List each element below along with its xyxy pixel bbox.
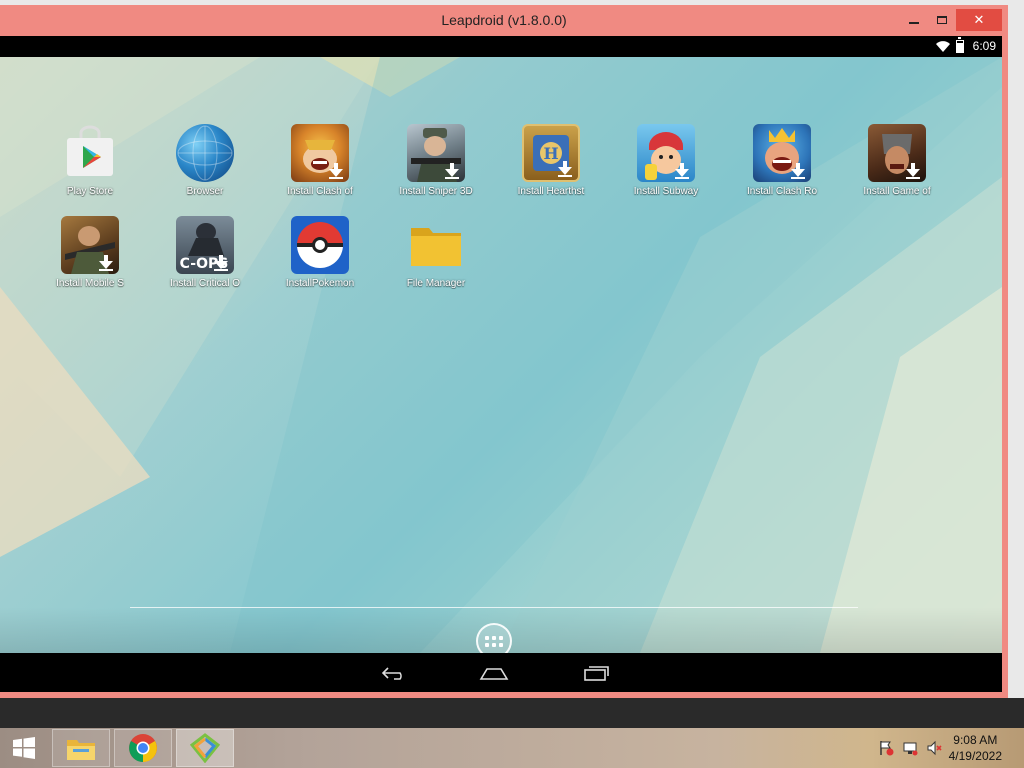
window-titlebar[interactable]: Leapdroid (v1.8.0.0) ✕ [0, 5, 1008, 36]
play-store-icon [61, 124, 119, 182]
recent-apps-icon [584, 666, 609, 681]
start-button[interactable] [0, 729, 48, 767]
system-tray: 9:08 AM 4/19/2022 [864, 728, 1024, 768]
app-file-manager[interactable]: File Manager [378, 216, 494, 289]
app-label: Install Mobile S [56, 278, 124, 289]
hearthstone-icon: H [522, 124, 580, 182]
download-badge-icon [329, 163, 343, 179]
app-label: Install Clash Ro [746, 186, 818, 197]
app-install-sniper-3d[interactable]: Install Sniper 3D [378, 124, 494, 197]
start-icon [13, 737, 35, 759]
recent-apps-button[interactable] [576, 661, 616, 685]
app-install-critical-ops[interactable]: C-OPS Install Critical O [147, 216, 263, 289]
browser-globe-icon [176, 124, 234, 182]
leapdroid-window: Leapdroid (v1.8.0.0) ✕ 6:09 Play Store B… [0, 5, 1008, 698]
taskbar-chrome[interactable] [114, 729, 172, 767]
taskbar-clock[interactable]: 9:08 AM 4/19/2022 [949, 732, 1002, 764]
back-button[interactable] [374, 661, 414, 685]
pokeball-icon [291, 216, 349, 274]
home-button[interactable] [474, 661, 514, 685]
android-screen: 6:09 Play Store Browser Install Clash of… [0, 36, 1002, 692]
wifi-icon [936, 41, 950, 52]
network-icon[interactable] [902, 740, 918, 756]
app-label: Install Hearthst [517, 186, 585, 197]
app-label: File Manager [406, 278, 466, 289]
download-badge-icon [906, 163, 920, 179]
download-badge-icon [675, 163, 689, 179]
clock-time: 9:08 AM [953, 733, 998, 747]
sniper-3d-icon [407, 124, 465, 182]
leapdroid-icon [190, 733, 220, 763]
home-screen-wallpaper[interactable]: Play Store Browser Install Clash of Inst… [0, 57, 1002, 653]
android-nav-bar [0, 653, 1002, 692]
app-install-game-of-war[interactable]: Install Game of [839, 124, 955, 197]
desktop-background [0, 698, 1024, 728]
app-label: Install Critical O [169, 278, 240, 289]
game-of-war-icon [868, 124, 926, 182]
folder-icon [407, 216, 465, 274]
app-label: Install Subway [633, 186, 699, 197]
status-time: 6:09 [972, 39, 996, 53]
critical-ops-icon: C-OPS [176, 216, 234, 274]
app-label: Install Sniper 3D [399, 186, 473, 197]
download-badge-icon [445, 163, 459, 179]
taskbar-file-explorer[interactable] [52, 729, 110, 767]
maximize-button[interactable] [928, 9, 956, 31]
download-badge-icon [558, 161, 572, 177]
app-browser[interactable]: Browser [147, 124, 263, 197]
chrome-icon [129, 734, 157, 762]
taskbar-leapdroid[interactable] [176, 729, 234, 767]
window-title: Leapdroid (v1.8.0.0) [441, 12, 567, 28]
mobile-strike-icon [61, 216, 119, 274]
app-label: Install Game of [863, 186, 931, 197]
action-center-flag-icon[interactable] [878, 740, 894, 756]
windows-taskbar: 9:08 AM 4/19/2022 [0, 728, 1024, 768]
volume-muted-icon[interactable] [926, 740, 942, 756]
app-label: Install Clash of [287, 186, 353, 197]
app-label: Play Store [66, 186, 114, 197]
app-install-pokemon[interactable]: InstallPokemon [262, 216, 378, 289]
minimize-icon [909, 22, 919, 24]
app-install-subway-surfers[interactable]: Install Subway [608, 124, 724, 197]
minimize-button[interactable] [900, 9, 928, 31]
android-status-bar: 6:09 [0, 36, 1002, 57]
dock-divider [130, 607, 858, 608]
maximize-icon [937, 16, 947, 24]
download-badge-icon [99, 255, 113, 271]
app-install-mobile-strike[interactable]: Install Mobile S [32, 216, 148, 289]
close-button[interactable]: ✕ [956, 9, 1002, 31]
app-install-clash-of-clans[interactable]: Install Clash of [262, 124, 378, 197]
app-play-store[interactable]: Play Store [32, 124, 148, 197]
battery-icon [956, 37, 964, 53]
app-drawer-button[interactable] [476, 623, 512, 653]
svg-text:H: H [543, 144, 558, 163]
home-icon [479, 668, 509, 680]
close-icon: ✕ [973, 12, 985, 28]
download-badge-icon [214, 255, 228, 271]
subway-surfers-icon [637, 124, 695, 182]
clock-date: 4/19/2022 [948, 749, 1002, 763]
app-install-clash-royale[interactable]: Install Clash Ro [724, 124, 840, 197]
file-explorer-icon [67, 740, 95, 760]
app-label: Browser [186, 186, 224, 197]
app-label: InstallPokemon [285, 278, 355, 289]
download-badge-icon [791, 163, 805, 179]
app-install-hearthstone[interactable]: H Install Hearthst [493, 124, 609, 197]
clash-royale-icon [753, 124, 811, 182]
back-icon [381, 667, 402, 680]
clash-of-clans-icon [291, 124, 349, 182]
